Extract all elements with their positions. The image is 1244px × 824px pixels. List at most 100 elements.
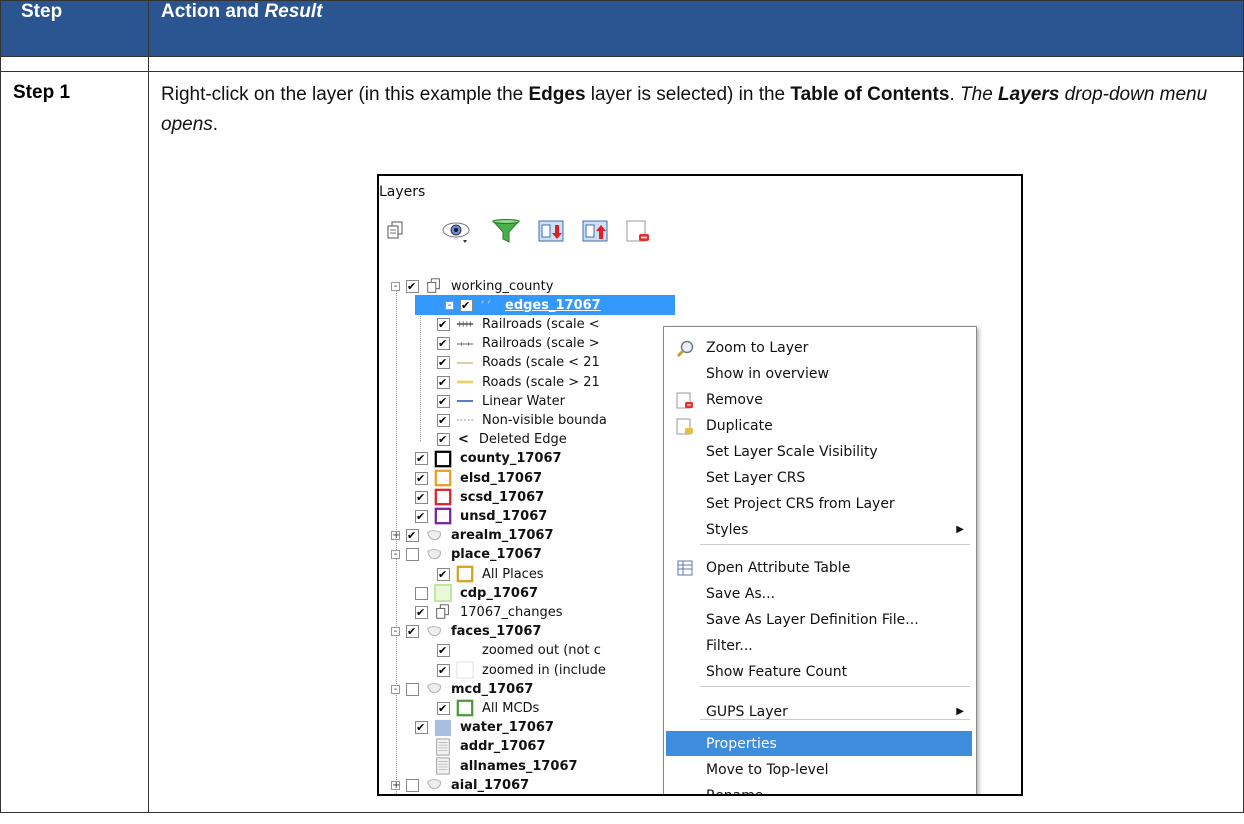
layer-tree-item[interactable]: county_17067 bbox=[385, 449, 562, 469]
layer-visibility-checkbox[interactable] bbox=[415, 452, 428, 466]
menu-item-gups-layer[interactable]: GUPS Layer ▶ bbox=[666, 699, 972, 724]
collapse-icon[interactable]: - bbox=[391, 550, 400, 560]
menu-item-set-layer-crs[interactable]: Set Layer CRS bbox=[666, 465, 972, 490]
layer-tree-item[interactable]: + aial_17067 bbox=[385, 775, 529, 794]
collapse-all-icon[interactable] bbox=[581, 218, 609, 244]
layer-tree-item[interactable]: 17067_changes bbox=[385, 602, 562, 622]
layer-tree-item[interactable]: All Places bbox=[385, 564, 544, 584]
menu-item-show-feature-count[interactable]: Show Feature Count bbox=[666, 659, 972, 684]
action-cell: Right-click on the layer (in this exampl… bbox=[148, 71, 1244, 813]
menu-item-set-layer-scale-visibility[interactable]: Set Layer Scale Visibility bbox=[666, 439, 972, 464]
layer-tree-item[interactable]: scsd_17067 bbox=[385, 487, 544, 507]
menu-item-open-attribute-table[interactable]: Open Attribute Table bbox=[666, 555, 972, 580]
layer-visibility-checkbox[interactable] bbox=[437, 567, 450, 581]
layer-tree-item[interactable]: - working_county bbox=[385, 276, 553, 296]
layers-toolbar bbox=[379, 216, 679, 250]
menu-item-styles[interactable]: Styles ▶ bbox=[666, 517, 972, 542]
layer-visibility-checkbox[interactable] bbox=[415, 471, 428, 485]
menu-item-show-in-overview[interactable]: Show in overview bbox=[666, 361, 972, 386]
layer-visibility-checkbox[interactable] bbox=[415, 509, 428, 523]
layer-tree-item[interactable]: - edges_17067 bbox=[415, 295, 675, 316]
layer-visibility-checkbox[interactable] bbox=[437, 433, 450, 447]
layer-tree-item[interactable]: Railroads (scale > bbox=[385, 334, 600, 354]
menu-item-remove[interactable]: Remove bbox=[666, 387, 972, 412]
layer-tree-item[interactable]: Linear Water bbox=[385, 391, 565, 411]
layer-visibility-checkbox[interactable] bbox=[406, 279, 419, 293]
collapse-icon[interactable]: - bbox=[391, 281, 400, 291]
layer-visibility-checkbox[interactable] bbox=[406, 529, 419, 543]
layer-tree-item[interactable]: zoomed out (not c bbox=[385, 641, 601, 661]
collapse-icon[interactable]: - bbox=[445, 300, 454, 310]
add-group-icon[interactable] bbox=[383, 218, 409, 244]
layer-tree-item[interactable]: All MCDs bbox=[385, 698, 539, 718]
attribute-table-icon bbox=[677, 560, 693, 576]
menu-item-move-to-top-level[interactable]: Move to Top-level bbox=[666, 757, 972, 782]
layer-visibility-checkbox[interactable] bbox=[437, 375, 450, 389]
layer-tree-item[interactable]: water_17067 bbox=[385, 718, 554, 738]
layer-visibility-checkbox[interactable] bbox=[415, 586, 428, 600]
header-action: Action and Result bbox=[148, 0, 1244, 57]
filter-funnel-icon[interactable] bbox=[491, 218, 521, 244]
remove-layer-icon[interactable] bbox=[625, 218, 653, 244]
eye-icon[interactable] bbox=[441, 218, 475, 244]
menu-item-properties[interactable]: Properties bbox=[666, 731, 972, 756]
menu-item-save-as-layer-definition-file[interactable]: Save As Layer Definition File... bbox=[666, 607, 972, 632]
layer-tree-item[interactable]: zoomed in (include bbox=[385, 660, 606, 680]
layer-visibility-checkbox[interactable] bbox=[415, 721, 428, 735]
layer-visibility-checkbox[interactable] bbox=[415, 490, 428, 504]
menu-item-label: Filter... bbox=[706, 637, 753, 654]
layer-visibility-checkbox[interactable] bbox=[406, 625, 419, 639]
layer-visibility-checkbox[interactable] bbox=[406, 778, 419, 792]
expand-icon[interactable]: + bbox=[391, 780, 400, 790]
menu-item-set-project-crs-from-layer[interactable]: Set Project CRS from Layer bbox=[666, 491, 972, 516]
menu-item-zoom-to-layer[interactable]: Zoom to Layer bbox=[666, 335, 972, 360]
layer-visibility-checkbox[interactable] bbox=[437, 663, 450, 677]
layer-tree-item[interactable]: Roads (scale < 21 bbox=[385, 353, 600, 373]
layer-visibility-checkbox[interactable] bbox=[437, 701, 450, 715]
line-layer-icon bbox=[481, 300, 491, 304]
layer-visibility-checkbox[interactable] bbox=[437, 356, 450, 370]
expand-icon[interactable]: + bbox=[391, 531, 400, 541]
menu-item-label: Move to Top-level bbox=[706, 761, 829, 778]
collapse-icon[interactable]: - bbox=[391, 684, 400, 694]
layer-name: Railroads (scale > bbox=[482, 336, 600, 352]
layer-tree-item[interactable]: + arealm_17067 bbox=[385, 526, 554, 546]
layer-tree-item[interactable]: - mcd_17067 bbox=[385, 679, 533, 699]
collapse-icon[interactable]: - bbox=[391, 627, 400, 637]
layer-tree-item[interactable]: addr_17067 bbox=[385, 737, 546, 757]
layer-name: county_17067 bbox=[460, 451, 562, 467]
layer-visibility-checkbox[interactable] bbox=[437, 394, 450, 408]
layer-visibility-checkbox[interactable] bbox=[415, 605, 428, 619]
layer-visibility-checkbox[interactable] bbox=[406, 682, 419, 696]
layer-name: working_county bbox=[451, 278, 554, 294]
layer-tree-item[interactable]: - faces_17067 bbox=[385, 622, 541, 642]
layer-tree-item[interactable]: allnames_17067 bbox=[385, 756, 578, 776]
layer-name: Non-visible bounda bbox=[482, 412, 607, 428]
layer-visibility-checkbox[interactable] bbox=[437, 337, 450, 351]
menu-item-save-as[interactable]: Save As... bbox=[666, 581, 972, 606]
outline-square-icon bbox=[456, 700, 474, 717]
layer-tree-item[interactable]: elsd_17 bbox=[385, 794, 515, 796]
layer-tree-item[interactable]: Non-visible bounda bbox=[385, 410, 607, 430]
layer-tree-item[interactable]: elsd_17067 bbox=[385, 468, 542, 488]
menu-item-duplicate[interactable]: Duplicate bbox=[666, 413, 972, 438]
outline-square-icon bbox=[434, 488, 452, 506]
layer-visibility-checkbox[interactable] bbox=[460, 298, 473, 312]
layer-name: 17067_changes bbox=[460, 604, 563, 620]
layer-tree-item[interactable]: < Deleted Edge bbox=[385, 430, 567, 450]
spacer-row bbox=[0, 56, 1244, 72]
layer-visibility-checkbox[interactable] bbox=[437, 644, 450, 658]
expand-all-icon[interactable] bbox=[537, 218, 565, 244]
menu-item-rename[interactable]: Rename bbox=[666, 783, 972, 795]
layer-tree-item[interactable]: cdp_17067 bbox=[385, 583, 538, 603]
layer-tree-item[interactable]: unsd_17067 bbox=[385, 506, 547, 526]
layer-tree-item[interactable]: Railroads (scale < bbox=[385, 314, 600, 334]
menu-item-filter[interactable]: Filter... bbox=[666, 633, 972, 658]
layer-visibility-checkbox[interactable] bbox=[437, 317, 450, 331]
layer-tree-item[interactable]: - place_17067 bbox=[385, 545, 542, 565]
layer-visibility-checkbox[interactable] bbox=[437, 413, 450, 427]
layer-name: edges_17067 bbox=[505, 297, 601, 313]
zoom-magnifier-icon bbox=[676, 340, 694, 357]
layer-visibility-checkbox[interactable] bbox=[406, 548, 419, 562]
layer-tree-item[interactable]: Roads (scale > 21 bbox=[385, 372, 600, 392]
